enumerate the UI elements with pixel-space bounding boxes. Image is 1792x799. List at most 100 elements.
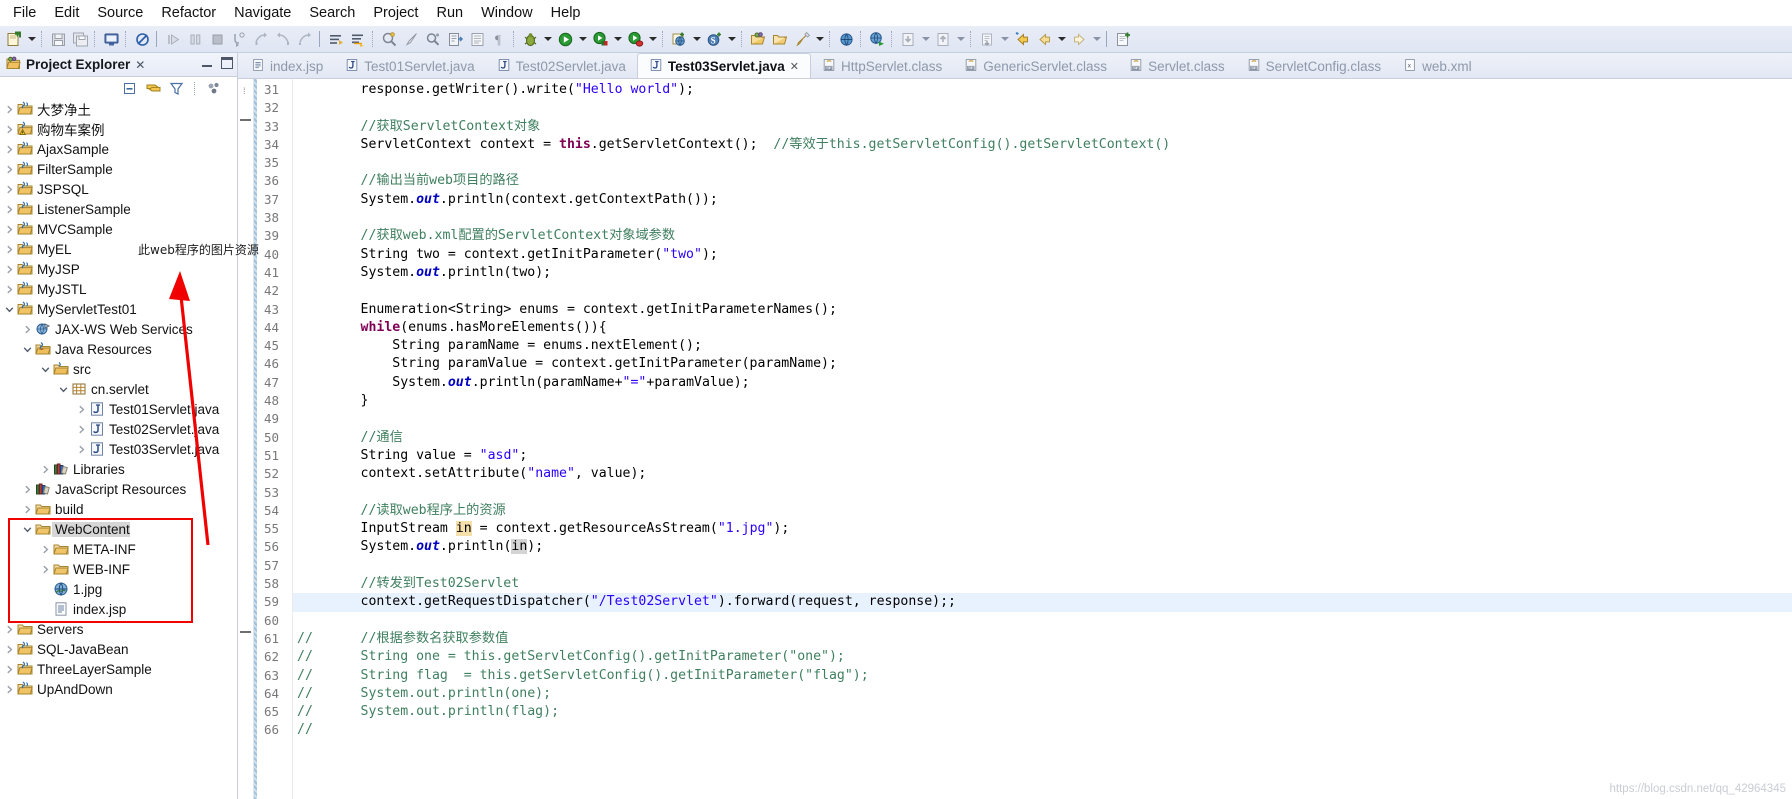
step-into-icon[interactable] [228,28,250,50]
menu-item-file[interactable]: File [4,3,45,23]
chevron-right-icon[interactable] [3,664,16,675]
code-line[interactable]: String value = "asd"; [293,447,1792,465]
profile-icon[interactable] [624,28,646,50]
menu-item-refactor[interactable]: Refactor [152,3,225,23]
new-web-dropdown-icon[interactable] [690,28,703,50]
console-icon[interactable] [100,28,122,50]
tree-item[interactable]: 1.jpg [0,579,237,599]
step-over-icon[interactable] [250,28,272,50]
tree-item[interactable]: UpAndDown [0,679,237,699]
tree-item[interactable]: META-INF [0,539,237,559]
tree-item[interactable]: Libraries [0,459,237,479]
editor-tab-servlet-class[interactable]: 010 Servlet.class [1118,54,1236,78]
code-line[interactable]: System.out.println(context.getContextPat… [293,191,1792,209]
tree-item[interactable]: 购物车案例 [0,119,237,139]
previous-annotation-icon[interactable] [347,28,369,50]
code-line[interactable]: //获取web.xml配置的ServletContext对象域参数 [293,227,1792,245]
editor-tab-test01servlet-java[interactable]: Test01Servlet.java [334,54,485,78]
tree-item[interactable]: JavaScript Resources [0,479,237,499]
chevron-right-icon[interactable] [21,504,34,515]
code-line[interactable]: System.out.println(paramName+"="+paramVa… [293,374,1792,392]
new-spring-dropdown-icon[interactable] [725,28,738,50]
tree-item[interactable]: AjaxSample [0,139,237,159]
code-line[interactable] [293,612,1792,630]
run-dropdown-icon[interactable] [576,28,589,50]
back2-icon[interactable] [1033,28,1055,50]
tree-item[interactable]: MVCSample [0,219,237,239]
chevron-right-icon[interactable] [3,104,16,115]
debug-dropdown-icon[interactable] [541,28,554,50]
editor-tab-servletconfig-class[interactable]: 010 ServletConfig.class [1236,54,1393,78]
code-line[interactable]: } [293,392,1792,410]
tree-item[interactable]: Test03Servlet.java [0,439,237,459]
tree-item[interactable]: build [0,499,237,519]
code-line[interactable]: // System.out.println(one); [293,685,1792,703]
run-as-server-icon[interactable] [589,28,611,50]
globe-icon[interactable] [835,28,857,50]
profile-dropdown-icon[interactable] [646,28,659,50]
code-line[interactable] [293,484,1792,502]
run-as-dropdown-icon[interactable] [611,28,624,50]
new-file-dropdown-icon[interactable] [25,28,38,50]
import-icon[interactable] [897,28,919,50]
source-code[interactable]: response.getWriter().write("Hello world"… [293,79,1792,799]
new-untitled-icon[interactable] [1112,28,1134,50]
editor-tab-test02servlet-java[interactable]: Test02Servlet.java [486,54,637,78]
chevron-right-icon[interactable] [3,624,16,635]
chevron-right-icon[interactable] [3,144,16,155]
chevron-down-icon[interactable] [57,384,70,395]
tree-item[interactable]: ThreeLayerSample [0,659,237,679]
menu-item-project[interactable]: Project [364,3,427,23]
code-line[interactable] [293,282,1792,300]
chevron-right-icon[interactable] [3,124,16,135]
code-line[interactable]: //读取web程序上的资源 [293,502,1792,520]
chevron-right-icon[interactable] [3,684,16,695]
collapse-all-icon[interactable] [122,80,139,97]
new-web-project-icon[interactable] [668,28,690,50]
tree-item[interactable]: FilterSample [0,159,237,179]
project-tree[interactable]: 大梦净土 购物车案例 AjaxSample FilterSample JSPSQL Lis… [0,99,237,799]
code-line[interactable]: InputStream in = context.getResourceAsSt… [293,520,1792,538]
chevron-right-icon[interactable] [3,264,16,275]
menu-item-help[interactable]: Help [542,3,590,23]
run-icon[interactable] [554,28,576,50]
chevron-right-icon[interactable] [3,224,16,235]
forward-dropdown-icon[interactable] [1090,28,1103,50]
chevron-down-icon[interactable] [21,344,34,355]
menu-item-source[interactable]: Source [88,3,152,23]
menu-item-window[interactable]: Window [472,3,542,23]
paragraph-icon[interactable]: ¶ [488,28,510,50]
open-type-icon[interactable] [378,28,400,50]
import-dropdown-icon[interactable] [919,28,932,50]
menu-item-edit[interactable]: Edit [45,3,88,23]
chevron-right-icon[interactable] [39,544,52,555]
chevron-down-icon[interactable] [3,304,16,315]
tree-item[interactable]: JSPSQL [0,179,237,199]
tree-item[interactable]: WebContent [0,519,237,539]
tree-item[interactable]: Test01Servlet.java [0,399,237,419]
tree-item[interactable]: ListenerSample [0,199,237,219]
chevron-right-icon[interactable] [21,324,34,335]
next-annotation-icon[interactable] [325,28,347,50]
code-line[interactable] [293,209,1792,227]
pencil-dropdown-icon[interactable] [813,28,826,50]
code-line[interactable]: //获取ServletContext对象 [293,118,1792,136]
code-line[interactable]: //输出当前web项目的路径 [293,172,1792,190]
open-folder-icon[interactable] [769,28,791,50]
back-history-icon[interactable] [976,28,998,50]
code-line[interactable]: // String one = this.getServletConfig().… [293,648,1792,666]
chevron-down-icon[interactable] [39,364,52,375]
minimize-button[interactable] [201,57,213,69]
code-line[interactable]: System.out.println(in); [293,538,1792,556]
resume-icon[interactable] [162,28,184,50]
save-icon[interactable] [47,28,69,50]
search-icon[interactable] [422,28,444,50]
chevron-right-icon[interactable] [3,244,16,255]
code-line[interactable]: context.setAttribute("name", value); [293,465,1792,483]
code-line[interactable]: // [293,721,1792,739]
chevron-right-icon[interactable] [3,644,16,655]
save-all-icon[interactable] [69,28,91,50]
chevron-right-icon[interactable] [3,184,16,195]
step-return-icon[interactable] [272,28,294,50]
editor-tab-index-jsp[interactable]: index.jsp [240,54,334,78]
